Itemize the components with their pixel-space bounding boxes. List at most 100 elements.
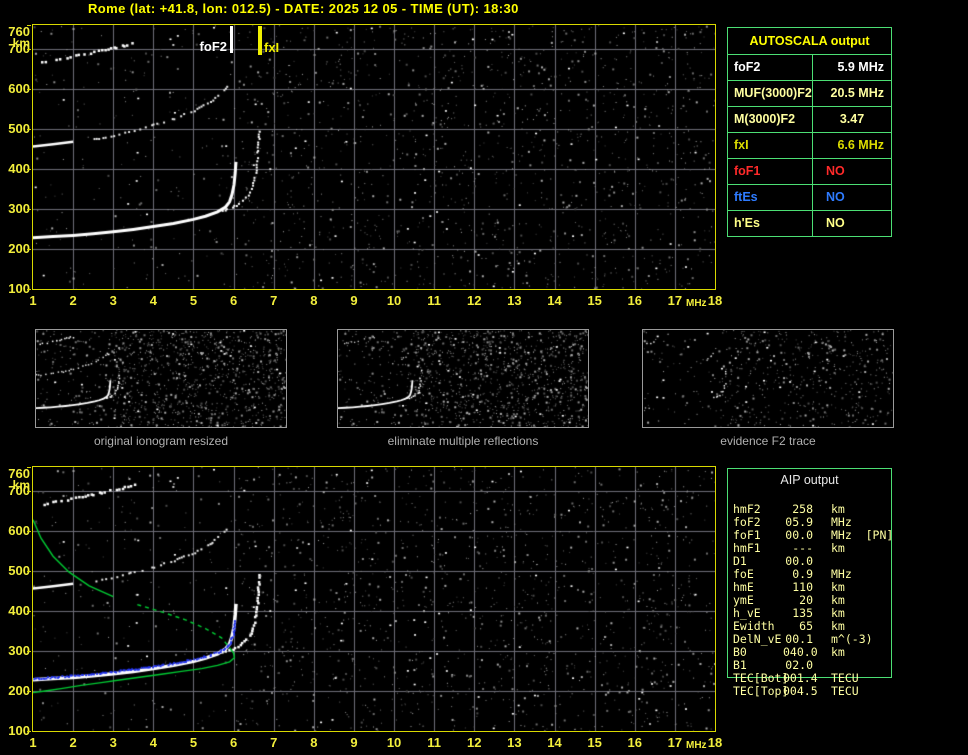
- autoscala-row-label: foF2: [728, 55, 813, 81]
- x-tick-label: 15: [587, 293, 602, 308]
- ionogram-top-plot: [32, 24, 716, 290]
- aip-row-value: 001.4: [783, 671, 818, 685]
- aip-row: B1 02.0: [733, 659, 903, 671]
- caption-eliminate-reflections: eliminate multiple reflections: [387, 434, 539, 448]
- autoscala-row-value: NO: [813, 185, 891, 211]
- y-tick-label: 600: [8, 523, 30, 538]
- autoscala-row-label: h'Es: [728, 211, 813, 236]
- autoscala-row-label: ftEs: [728, 185, 813, 211]
- aip-row-label: hmF1: [733, 541, 761, 555]
- x-tick-label: 13: [507, 293, 522, 308]
- aip-row-unit: MHz [PN]: [831, 528, 894, 542]
- y-tick-label: 400: [8, 161, 30, 176]
- aip-row-unit: km: [831, 593, 845, 607]
- x-tick-label: 13: [507, 735, 522, 750]
- aip-row-unit: MHz: [831, 515, 852, 529]
- aip-row-label: hmE: [733, 580, 754, 594]
- x-tick-label: 2: [69, 293, 77, 308]
- thumbnail-eliminate-canvas: [338, 330, 588, 427]
- autoscala-row-value: NO: [826, 216, 845, 230]
- y-tick-mark: [27, 129, 31, 130]
- y-tick-label: 200: [8, 683, 30, 698]
- caption-evidence-f2: evidence F2 trace: [720, 434, 816, 448]
- ionogram-bottom-plot: [32, 466, 716, 732]
- marker-label-foF2: foF2: [199, 39, 227, 54]
- aip-row: ymE 20 km: [733, 594, 903, 606]
- autoscala-row-value: 20.5 MHz: [813, 81, 891, 107]
- aip-row-label: B1: [733, 658, 747, 672]
- aip-row-unit: km: [831, 502, 845, 516]
- y-tick-mark: [27, 209, 31, 210]
- aip-row: TEC[Bot]001.4 TECU: [733, 672, 903, 684]
- thumbnail-original-ionogram: [35, 329, 287, 428]
- aip-row-label: Ewidth: [733, 619, 775, 633]
- autoscala-row-value: 3.47: [813, 107, 891, 133]
- aip-row: foF1 00.0 MHz [PN]: [733, 529, 903, 541]
- x-tick-label: 11: [427, 293, 442, 308]
- y-axis-unit-label: km: [12, 478, 30, 492]
- autoscala-table-header: AUTOSCALA output: [728, 28, 891, 55]
- aip-row-value: 00.0: [785, 528, 813, 542]
- x-tick-label: 7: [270, 735, 278, 750]
- y-tick-mark: [27, 611, 31, 612]
- aip-row: hmF1 --- km: [733, 542, 903, 554]
- x-tick-label: 7: [270, 293, 278, 308]
- x-tick-label: 8: [310, 735, 318, 750]
- aip-row: DelN_vE 00.1 m^(-3): [733, 633, 903, 645]
- thumbnail-original-canvas: [36, 330, 286, 427]
- aip-row: Ewidth 65 km: [733, 620, 903, 632]
- y-tick-mark: [27, 651, 31, 652]
- autoscala-row-label: M(3000)F2: [728, 107, 813, 133]
- caption-original-ionogram: original ionogram resized: [93, 434, 229, 448]
- thumbnail-eliminate-reflections: [337, 329, 589, 428]
- aip-row: TEC[Top]004.5 TECU: [733, 685, 903, 697]
- thumbnail-evidence-canvas: [643, 330, 893, 427]
- x-tick-label: 5: [189, 735, 198, 750]
- aip-row-value: 65: [799, 619, 813, 633]
- aip-row-unit: TECU: [831, 671, 859, 685]
- aip-row-value: 110: [792, 580, 813, 594]
- aip-row-label: foF1: [733, 528, 761, 542]
- x-axis-unit-label: MHz: [686, 740, 707, 751]
- x-tick-label: 4: [149, 293, 157, 308]
- aip-row-label: D1: [733, 554, 747, 568]
- aip-row-label: hmF2: [733, 502, 761, 516]
- y-tick-mark: [27, 531, 31, 532]
- aip-row-unit: m^(-3): [831, 632, 873, 646]
- y-tick-label: 500: [8, 121, 30, 136]
- aip-row-value: 05.9: [785, 515, 813, 529]
- aip-row-unit: km: [831, 645, 845, 659]
- aip-row: hmF2 258 km: [733, 503, 903, 515]
- y-axis-unit-label: km: [12, 36, 30, 50]
- aip-row-unit: km: [831, 541, 845, 555]
- aip-table-header: AIP output: [780, 473, 839, 487]
- x-tick-label: 1: [29, 735, 37, 750]
- thumbnail-evidence-f2: [642, 329, 894, 428]
- x-tick-label: 10: [386, 293, 402, 308]
- aip-row-value: 135: [792, 606, 813, 620]
- y-tick-label: 400: [8, 603, 30, 618]
- autoscala-row-label: foF1: [728, 159, 813, 185]
- ionogram-top-canvas: [33, 25, 715, 289]
- x-tick-label: 16: [627, 735, 642, 750]
- x-tick-label: 5: [189, 293, 198, 308]
- aip-row-value: 00.0: [785, 554, 813, 568]
- autoscala-row-label: MUF(3000)F2: [728, 81, 813, 107]
- aip-row-value: ---: [792, 541, 813, 555]
- y-tick-mark: [27, 731, 31, 732]
- x-tick-label: 9: [350, 293, 358, 308]
- aip-row-unit: km: [831, 580, 845, 594]
- y-tick-label: 300: [8, 201, 30, 216]
- x-tick-label: 11: [427, 735, 442, 750]
- aip-row-value: 004.5: [783, 684, 818, 698]
- aip-row-value: 0.9: [792, 567, 813, 581]
- aip-row-label: DelN_vE: [733, 632, 782, 646]
- y-tick-mark: [27, 169, 31, 170]
- aip-row: D1 00.0: [733, 555, 903, 567]
- x-tick-label: 14: [547, 735, 562, 750]
- marker-line-fxI: [258, 26, 262, 55]
- x-tick-label: 2: [69, 735, 77, 750]
- x-axis-unit-label: MHz: [686, 298, 707, 309]
- autoscala-row-value: NO: [813, 159, 891, 185]
- aip-row-value: 02.0: [785, 658, 813, 672]
